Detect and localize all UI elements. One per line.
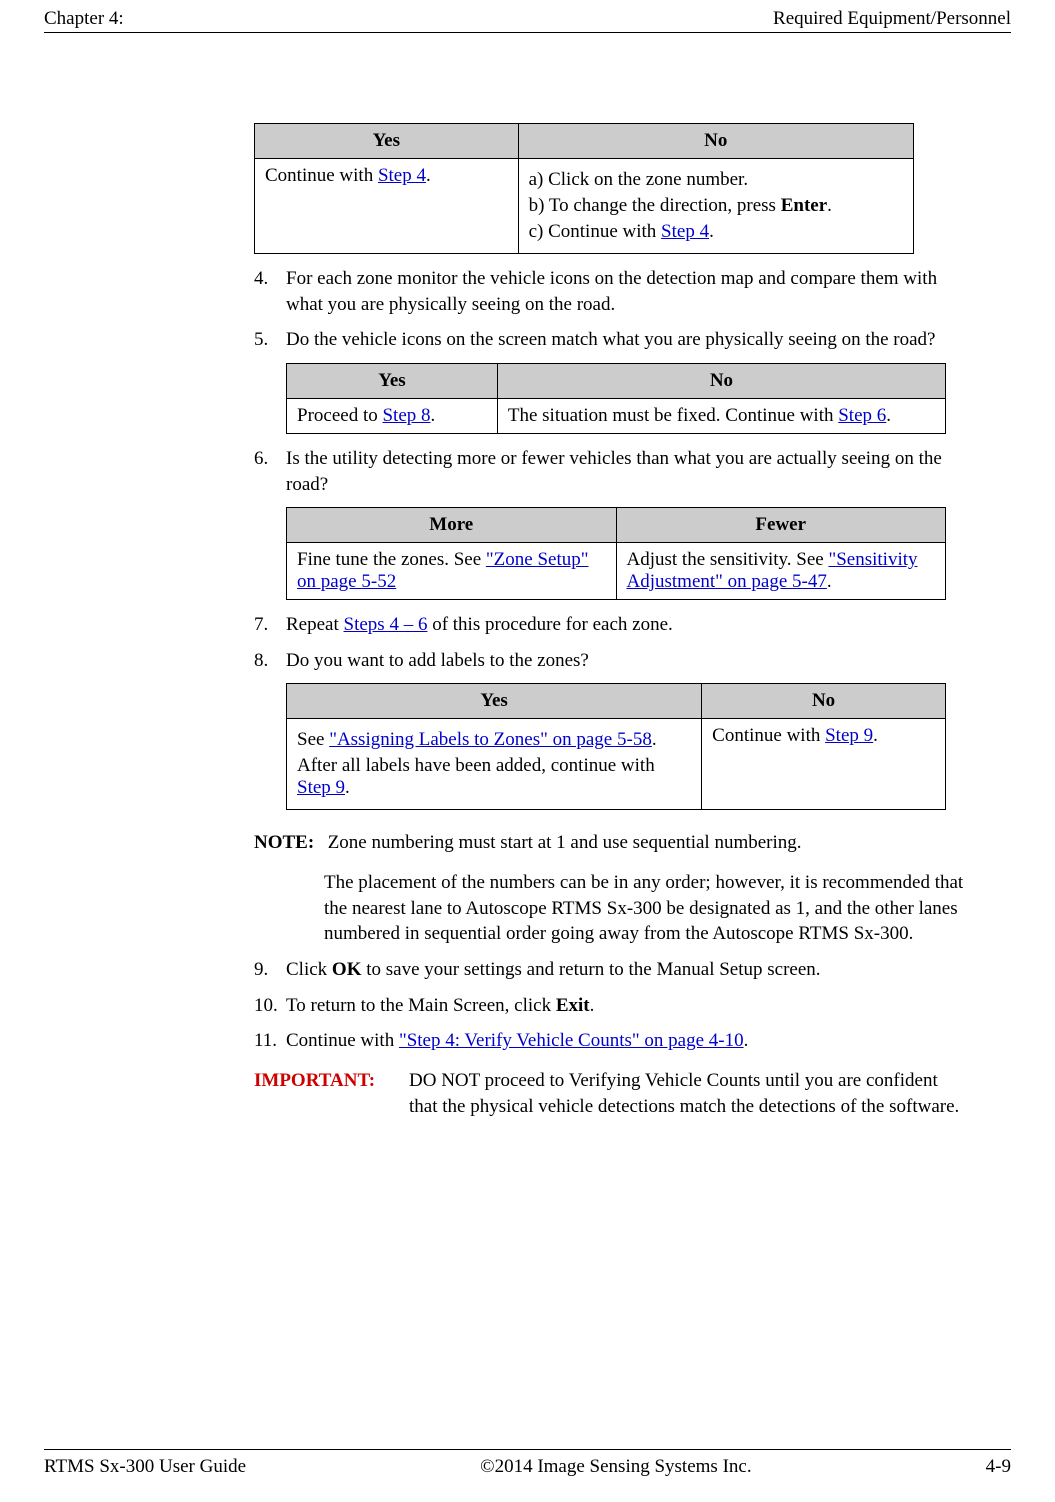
note-block: NOTE: Zone numbering must start at 1 and… xyxy=(254,830,969,856)
decision-table-1: Yes No Continue with Step 4. a) Click on… xyxy=(254,123,914,254)
table2-header-yes: Yes xyxy=(287,363,498,398)
link-step9-b[interactable]: Step 9 xyxy=(825,725,873,746)
page: Chapter 4: Required Equipment/Personnel … xyxy=(0,0,1055,1502)
step-8: 8. Do you want to add labels to the zone… xyxy=(254,648,969,674)
table3-header-more: More xyxy=(287,508,617,543)
table4-no-cell: Continue with Step 9. xyxy=(702,719,946,810)
table2-no-cell: The situation must be fixed. Continue wi… xyxy=(497,398,945,433)
step-11: 11. Continue with "Step 4: Verify Vehicl… xyxy=(254,1028,969,1054)
link-steps-4-6[interactable]: Steps 4 – 6 xyxy=(344,614,428,635)
table1-no-a: a) Click on the zone number. xyxy=(529,169,903,191)
table3-fewer-cell: Adjust the sensitivity. See "Sensitivity… xyxy=(616,543,946,600)
important-body: DO NOT proceed to Verifying Vehicle Coun… xyxy=(409,1068,969,1119)
important-block: IMPORTANT: DO NOT proceed to Verifying V… xyxy=(254,1068,969,1119)
link-step4-b[interactable]: Step 4 xyxy=(661,221,709,242)
table4-header-yes: Yes xyxy=(287,684,702,719)
important-label: IMPORTANT: xyxy=(254,1068,409,1119)
header-right: Required Equipment/Personnel xyxy=(773,8,1011,30)
step-6: 6. Is the utility detecting more or fewe… xyxy=(254,446,969,497)
step-5: 5. Do the vehicle icons on the screen ma… xyxy=(254,327,969,353)
decision-table-3: More Fewer Fine tune the zones. See "Zon… xyxy=(286,507,946,600)
link-verify-counts[interactable]: "Step 4: Verify Vehicle Counts" on page … xyxy=(399,1030,744,1051)
table3-header-fewer: Fewer xyxy=(616,508,946,543)
table1-no-cell: a) Click on the zone number. b) To chang… xyxy=(518,159,913,254)
table1-header-no: No xyxy=(518,124,913,159)
step-4: 4. For each zone monitor the vehicle ico… xyxy=(254,266,969,317)
note-body-2: The placement of the numbers can be in a… xyxy=(324,870,969,947)
table2-yes-cell: Proceed to Step 8. xyxy=(287,398,498,433)
link-step4[interactable]: Step 4 xyxy=(378,165,426,186)
footer-right: 4-9 xyxy=(986,1456,1011,1478)
link-step9-a[interactable]: Step 9 xyxy=(297,777,345,798)
page-footer: RTMS Sx-300 User Guide ©2014 Image Sensi… xyxy=(44,1449,1011,1478)
table4-header-no: No xyxy=(702,684,946,719)
link-step8[interactable]: Step 8 xyxy=(382,405,430,426)
footer-left: RTMS Sx-300 User Guide xyxy=(44,1456,246,1478)
step-7: 7. Repeat Steps 4 – 6 of this procedure … xyxy=(254,612,969,638)
decision-table-2: Yes No Proceed to Step 8. The situation … xyxy=(286,363,946,434)
table2-header-no: No xyxy=(497,363,945,398)
table4-yes-cell: See "Assigning Labels to Zones" on page … xyxy=(287,719,702,810)
table3-more-cell: Fine tune the zones. See "Zone Setup" on… xyxy=(287,543,617,600)
table1-yes-cell: Continue with Step 4. xyxy=(255,159,519,254)
link-step6[interactable]: Step 6 xyxy=(838,405,886,426)
link-assigning-labels[interactable]: "Assigning Labels to Zones" on page 5-58 xyxy=(329,729,652,750)
step-10: 10. To return to the Main Screen, click … xyxy=(254,993,969,1019)
decision-table-4: Yes No See "Assigning Labels to Zones" o… xyxy=(286,683,946,810)
footer-center: ©2014 Image Sensing Systems Inc. xyxy=(480,1456,751,1478)
table1-no-b: b) To change the direction, press Enter. xyxy=(529,195,903,217)
table1-header-yes: Yes xyxy=(255,124,519,159)
note-body-1: Zone numbering must start at 1 and use s… xyxy=(328,830,802,856)
note-label: NOTE: xyxy=(254,830,314,856)
header-left: Chapter 4: xyxy=(44,8,124,30)
page-header: Chapter 4: Required Equipment/Personnel xyxy=(44,8,1011,33)
table1-no-c: c) Continue with Step 4. xyxy=(529,221,903,243)
content-area: Yes No Continue with Step 4. a) Click on… xyxy=(254,33,969,1119)
step-9: 9. Click OK to save your settings and re… xyxy=(254,957,969,983)
